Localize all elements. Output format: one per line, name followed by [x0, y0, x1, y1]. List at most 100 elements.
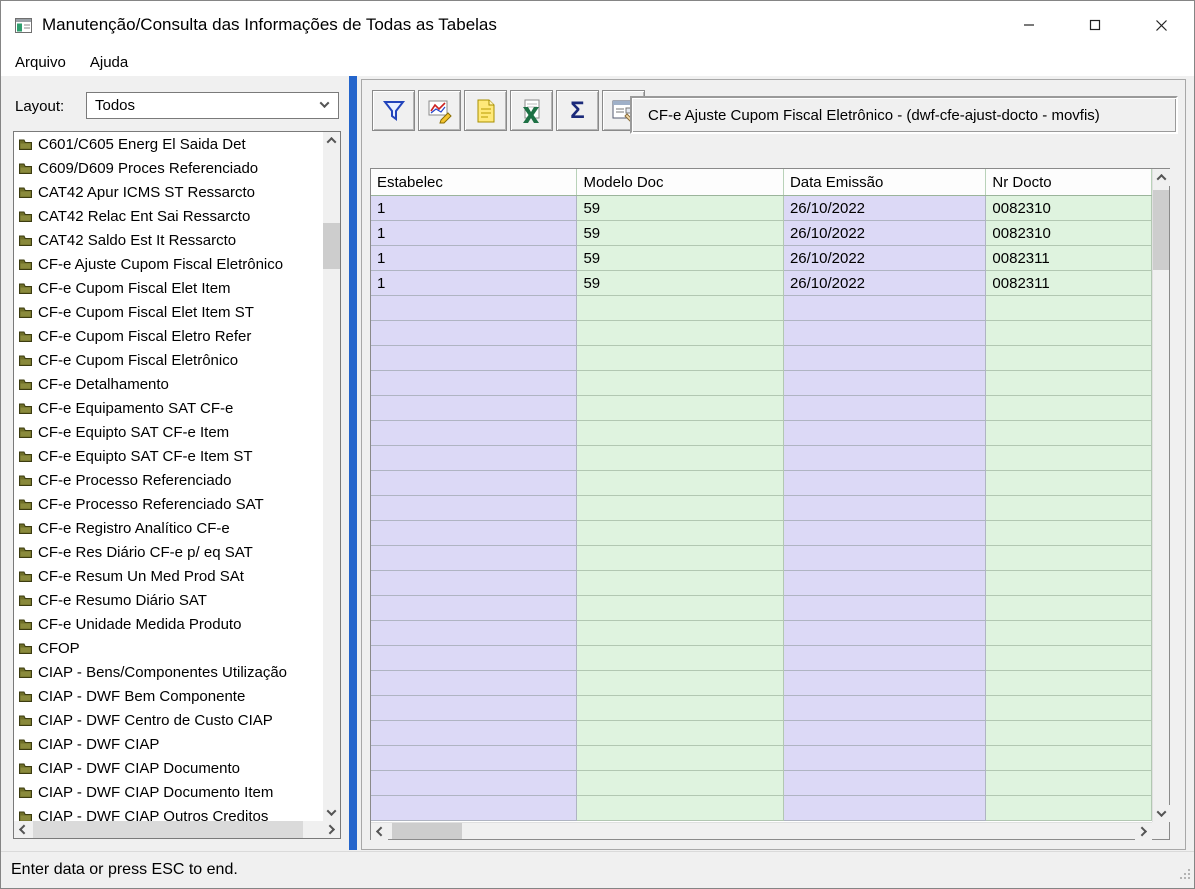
grid-cell[interactable]: 59	[577, 271, 784, 296]
grid-cell[interactable]: 26/10/2022	[783, 271, 987, 296]
list-item[interactable]: CAT42 Relac Ent Sai Ressarcto	[14, 204, 323, 228]
grid-cell[interactable]: 59	[577, 221, 784, 246]
grid-cell[interactable]	[783, 696, 987, 721]
grid-cell[interactable]	[783, 496, 987, 521]
grid-cell[interactable]	[783, 746, 987, 771]
excel-export-button[interactable]	[510, 90, 553, 131]
list-item[interactable]: CF-e Cupom Fiscal Eletrônico	[14, 348, 323, 372]
grid-row[interactable]	[371, 421, 1152, 446]
list-item[interactable]: CF-e Cupom Fiscal Elet Item	[14, 276, 323, 300]
grid-cell[interactable]: 0082310	[986, 221, 1152, 246]
scrollbar-thumb[interactable]	[1153, 190, 1169, 270]
grid-cell[interactable]	[783, 571, 987, 596]
grid-cell[interactable]	[577, 771, 784, 796]
grid-column-header[interactable]: Nr Docto	[986, 169, 1152, 195]
list-item[interactable]: CIAP - DWF Centro de Custo CIAP	[14, 708, 323, 732]
grid-cell[interactable]	[783, 296, 987, 321]
grid-cell[interactable]	[986, 496, 1152, 521]
grid-row[interactable]	[371, 321, 1152, 346]
grid-cell[interactable]	[371, 446, 578, 471]
grid-cell[interactable]	[986, 621, 1152, 646]
grid-cell[interactable]	[986, 296, 1152, 321]
scrollbar-track[interactable]	[1153, 186, 1169, 805]
grid-row[interactable]: 1 59 26/10/2022 0082310	[371, 221, 1152, 246]
grid-cell[interactable]	[371, 671, 578, 696]
grid-cell[interactable]	[986, 321, 1152, 346]
list-item[interactable]: CF-e Detalhamento	[14, 372, 323, 396]
document-button[interactable]	[464, 90, 507, 131]
list-item[interactable]: CIAP - DWF CIAP Documento	[14, 756, 323, 780]
list-item[interactable]: CF-e Cupom Fiscal Eletro Refer	[14, 324, 323, 348]
grid-vertical-scrollbar[interactable]	[1152, 169, 1170, 822]
grid-cell[interactable]	[986, 471, 1152, 496]
grid-cell[interactable]	[986, 521, 1152, 546]
graph-button[interactable]	[418, 90, 461, 131]
grid-row[interactable]	[371, 696, 1152, 721]
panel-splitter[interactable]	[349, 76, 357, 850]
grid-cell[interactable]: 26/10/2022	[783, 246, 987, 271]
maximize-button[interactable]	[1062, 1, 1128, 49]
list-item[interactable]: CF-e Processo Referenciado SAT	[14, 492, 323, 516]
grid-cell[interactable]	[783, 721, 987, 746]
list-item[interactable]: C601/C605 Energ El Saida Det	[14, 132, 323, 156]
grid-cell[interactable]	[577, 621, 784, 646]
minimize-button[interactable]	[996, 1, 1062, 49]
grid-cell[interactable]	[783, 796, 987, 821]
grid-cell[interactable]	[577, 596, 784, 621]
grid-cell[interactable]	[986, 346, 1152, 371]
grid-cell[interactable]	[783, 596, 987, 621]
list-item[interactable]: CF-e Ajuste Cupom Fiscal Eletrônico	[14, 252, 323, 276]
scroll-down-button[interactable]	[323, 804, 340, 821]
grid-cell[interactable]: 1	[371, 196, 578, 221]
grid-cell[interactable]	[577, 471, 784, 496]
grid-cell[interactable]: 1	[371, 271, 578, 296]
grid-cell[interactable]	[371, 321, 578, 346]
grid-row[interactable]	[371, 746, 1152, 771]
grid-cell[interactable]: 59	[577, 196, 784, 221]
list-item[interactable]: CIAP - DWF CIAP	[14, 732, 323, 756]
grid-cell[interactable]	[371, 496, 578, 521]
list-item[interactable]: CF-e Cupom Fiscal Elet Item ST	[14, 300, 323, 324]
grid-cell[interactable]	[371, 521, 578, 546]
grid-cell[interactable]	[577, 446, 784, 471]
grid-column-header[interactable]: Modelo Doc	[577, 169, 784, 195]
menu-item-ajuda[interactable]: Ajuda	[78, 51, 140, 74]
grid-cell[interactable]	[371, 696, 578, 721]
grid-cell[interactable]	[783, 446, 987, 471]
grid-cell[interactable]	[577, 571, 784, 596]
grid-cell[interactable]	[783, 671, 987, 696]
list-item[interactable]: C609/D609 Proces Referenciado	[14, 156, 323, 180]
grid-cell[interactable]	[577, 721, 784, 746]
grid-cell[interactable]	[371, 596, 578, 621]
scroll-left-button[interactable]	[14, 821, 31, 838]
grid-cell[interactable]: 26/10/2022	[783, 196, 987, 221]
list-item[interactable]: CAT42 Saldo Est It Ressarcto	[14, 228, 323, 252]
grid-cell[interactable]	[577, 396, 784, 421]
grid-cell[interactable]: 26/10/2022	[783, 221, 987, 246]
scrollbar-thumb[interactable]	[33, 821, 303, 838]
grid-cell[interactable]	[577, 321, 784, 346]
list-horizontal-scrollbar[interactable]	[14, 821, 340, 838]
grid-row[interactable]	[371, 721, 1152, 746]
grid-row[interactable]: 1 59 26/10/2022 0082310	[371, 196, 1152, 221]
grid-cell[interactable]	[577, 546, 784, 571]
grid-cell[interactable]	[783, 546, 987, 571]
grid-cell[interactable]	[577, 496, 784, 521]
scrollbar-track[interactable]	[323, 149, 340, 804]
grid-cell[interactable]: 59	[577, 246, 784, 271]
grid-cell[interactable]	[371, 646, 578, 671]
grid-cell[interactable]	[577, 746, 784, 771]
grid-cell[interactable]	[986, 371, 1152, 396]
grid-row[interactable]: 1 59 26/10/2022 0082311	[371, 246, 1152, 271]
grid-cell[interactable]: 0082310	[986, 196, 1152, 221]
list-item[interactable]: CF-e Equipamento SAT CF-e	[14, 396, 323, 420]
grid-cell[interactable]	[371, 346, 578, 371]
layout-combobox[interactable]: Todos	[86, 92, 339, 119]
grid-cell[interactable]	[783, 771, 987, 796]
grid-row[interactable]	[371, 571, 1152, 596]
list-item[interactable]: CFOP	[14, 636, 323, 660]
list-item[interactable]: CIAP - DWF Bem Componente	[14, 684, 323, 708]
grid-cell[interactable]	[783, 321, 987, 346]
grid-row[interactable]: 1 59 26/10/2022 0082311	[371, 271, 1152, 296]
scrollbar-thumb[interactable]	[392, 823, 462, 839]
